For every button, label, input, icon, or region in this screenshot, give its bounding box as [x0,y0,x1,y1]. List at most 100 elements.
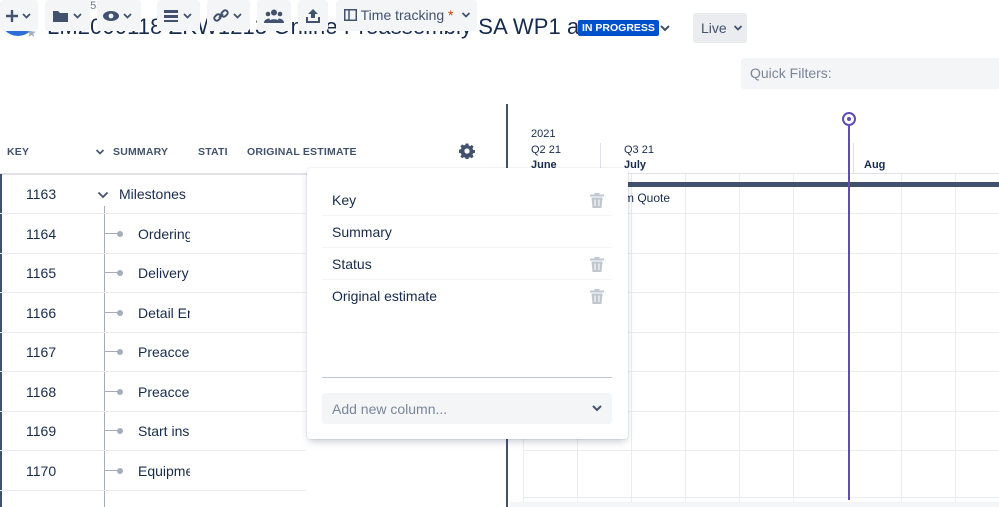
tree-node-dot [117,389,123,395]
row-summary[interactable]: Equipme [138,451,190,491]
tree-branch [104,312,118,313]
row-key[interactable]: 1164 [26,214,56,254]
grid-line [739,174,740,507]
row-summary[interactable]: Delivery [138,253,190,293]
month-divider [853,143,854,173]
list-button[interactable] [157,0,200,31]
row-summary[interactable]: Detail Er [138,293,190,333]
grid-line [523,450,999,451]
tree-node-dot [117,428,123,434]
time-tracking-label: Time tracking [360,7,445,23]
row-key[interactable]: 1170 [26,451,56,491]
table-row[interactable]: 1168 Preacce [0,372,306,412]
row-key[interactable]: 1167 [26,332,56,372]
export-button[interactable] [298,0,328,31]
add-column-input[interactable] [322,393,582,424]
status-badge[interactable]: IN PROGRESS [578,20,659,36]
horizontal-scrollbar[interactable] [510,502,999,507]
quick-filters-placeholder: Quick Filters: [750,65,832,81]
tree-node-dot [117,349,123,355]
table-row[interactable]: 1167 Preacce [0,332,306,372]
add-column-select[interactable] [322,393,612,424]
people-icon [264,9,284,24]
quick-filters-input[interactable]: Quick Filters: [741,58,999,89]
grid-line [631,174,632,507]
trash-icon[interactable] [590,193,604,208]
column-header-key[interactable]: KEY [7,146,29,158]
time-tracking-button[interactable]: Time tracking * [336,0,477,31]
table-row[interactable]: 1164 Ordering [0,214,306,254]
people-button[interactable] [257,0,291,31]
today-line [848,126,850,500]
row-summary[interactable]: Preacce [138,332,190,372]
tree-branch [104,470,118,471]
link-button[interactable] [207,0,250,31]
column-option-label: Summary [332,224,392,240]
view-button[interactable] [97,0,141,31]
tree-node-dot [117,231,123,237]
table-row[interactable]: 1163 Milestones [0,174,306,214]
columns-icon [344,9,357,21]
row-summary[interactable]: Start ins [138,411,190,451]
row-summary[interactable]: Preacce [138,372,190,412]
tree-branch [104,272,118,273]
chevron-down-icon[interactable] [97,189,109,201]
timeline-bar-label: m Quote [624,191,671,205]
live-dropdown[interactable]: Live [693,13,747,43]
required-marker: * [448,7,454,23]
tree-branch [104,351,118,352]
timeline-year: 2021 [531,128,556,140]
plus-icon [6,10,31,23]
table-row[interactable]: 1169 Start ins [0,411,306,451]
folder-icon [52,11,82,23]
row-key[interactable]: 1165 [26,253,56,293]
table-row[interactable]: 1170 Equipme [0,451,306,491]
row-summary[interactable]: Ordering [138,214,190,254]
row-divider [0,490,306,491]
grid-line [523,497,999,498]
grid-line [955,174,956,507]
row-key[interactable]: 1169 [26,411,56,451]
export-icon [306,9,320,24]
timeline-month: Aug [864,159,886,171]
trash-icon[interactable] [590,289,604,304]
row-key[interactable]: 1166 [26,293,56,333]
column-option-label: Status [332,256,372,272]
table-row[interactable]: 1166 Detail Er [0,293,306,333]
popup-divider [322,377,612,378]
column-header-status[interactable]: STATI [198,146,228,158]
chevron-down-icon[interactable] [590,401,604,415]
milestone-bar[interactable] [623,182,999,187]
trash-icon[interactable] [590,257,604,272]
gear-icon[interactable] [459,143,475,159]
tree-node-dot [117,468,123,474]
link-icon [212,9,242,23]
tree-node-dot [117,270,123,276]
tree-branch [104,391,118,392]
column-option-summary[interactable]: Summary [322,216,612,248]
chevron-down-icon [733,25,742,31]
add-button[interactable] [0,0,38,31]
column-header-original-estimate[interactable]: ORIGINAL ESTIMATE [247,146,357,158]
chevron-down-icon[interactable] [659,22,671,34]
folder-button[interactable] [45,0,90,31]
live-label: Live [701,20,727,36]
timeline-quarter: Q2 21 [531,144,561,156]
chevron-down-icon[interactable] [95,147,105,157]
row-key[interactable]: 1163 [26,174,56,214]
table-row[interactable]: 1165 Delivery [0,253,306,293]
column-option-label: Key [332,192,357,208]
today-marker-icon[interactable] [842,112,856,126]
column-option-status[interactable]: Status [322,248,612,280]
row-key[interactable]: 1168 [26,372,56,412]
tree-node-dot [117,310,123,316]
timeline-quarter: Q3 21 [624,144,654,156]
column-config-popup: Key Summary Status Original estimate [307,168,628,439]
column-option-key[interactable]: Key [322,184,612,216]
column-option-original-estimate[interactable]: Original estimate [322,280,612,312]
column-header-summary[interactable]: SUMMARY [113,146,168,158]
eye-icon [103,11,132,22]
row-summary[interactable]: Milestones [119,174,219,214]
page-header: ★ PROG-255 LM2000118 ZKW1213 Online Prea… [0,0,999,52]
chevron-down-icon [462,12,471,18]
